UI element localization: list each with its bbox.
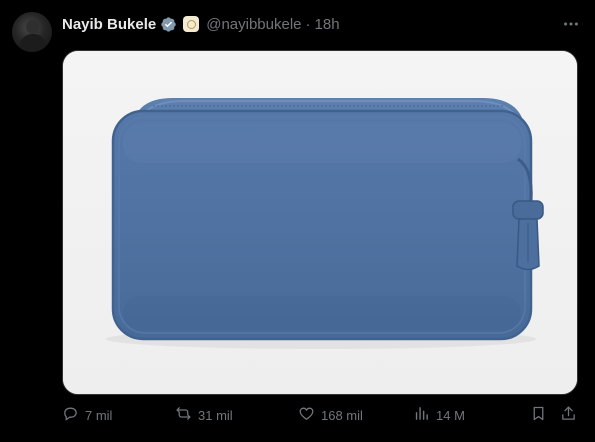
bookmark-icon <box>530 405 547 425</box>
repost-button[interactable]: 31 mil <box>175 404 233 426</box>
avatar-head <box>26 20 39 34</box>
like-button[interactable]: 168 mil <box>298 404 363 426</box>
post-header: Nayib Bukele @nayibbukele · 18h <box>62 13 555 35</box>
share-icon <box>560 405 577 425</box>
reply-icon <box>62 405 79 425</box>
author-avatar[interactable] <box>12 12 52 52</box>
repost-icon <box>175 405 192 425</box>
post-actions-bar: 7 mil 31 mil 168 mil 14 M <box>62 404 582 426</box>
like-count: 168 mil <box>321 407 363 423</box>
views-count: 14 M <box>436 407 465 423</box>
verified-badge-icon[interactable] <box>160 16 177 33</box>
views-button[interactable]: 14 M <box>413 404 465 426</box>
pouch-image <box>63 51 577 394</box>
share-button[interactable] <box>560 404 577 426</box>
heart-icon <box>298 405 315 425</box>
header-separator: · <box>305 15 311 33</box>
avatar-body <box>20 34 46 52</box>
post-timestamp[interactable]: 18h <box>315 16 340 33</box>
affiliate-badge-icon[interactable] <box>183 16 200 32</box>
bookmark-button[interactable] <box>530 404 547 426</box>
post-media-image[interactable] <box>62 50 578 395</box>
reply-count: 7 mil <box>85 407 113 423</box>
views-icon <box>413 405 430 425</box>
author-name[interactable]: Nayib Bukele <box>62 16 156 33</box>
repost-count: 31 mil <box>198 407 233 423</box>
author-handle[interactable]: @nayibbukele <box>206 16 301 33</box>
reply-button[interactable]: 7 mil <box>62 404 112 426</box>
more-icon[interactable] <box>561 14 581 34</box>
